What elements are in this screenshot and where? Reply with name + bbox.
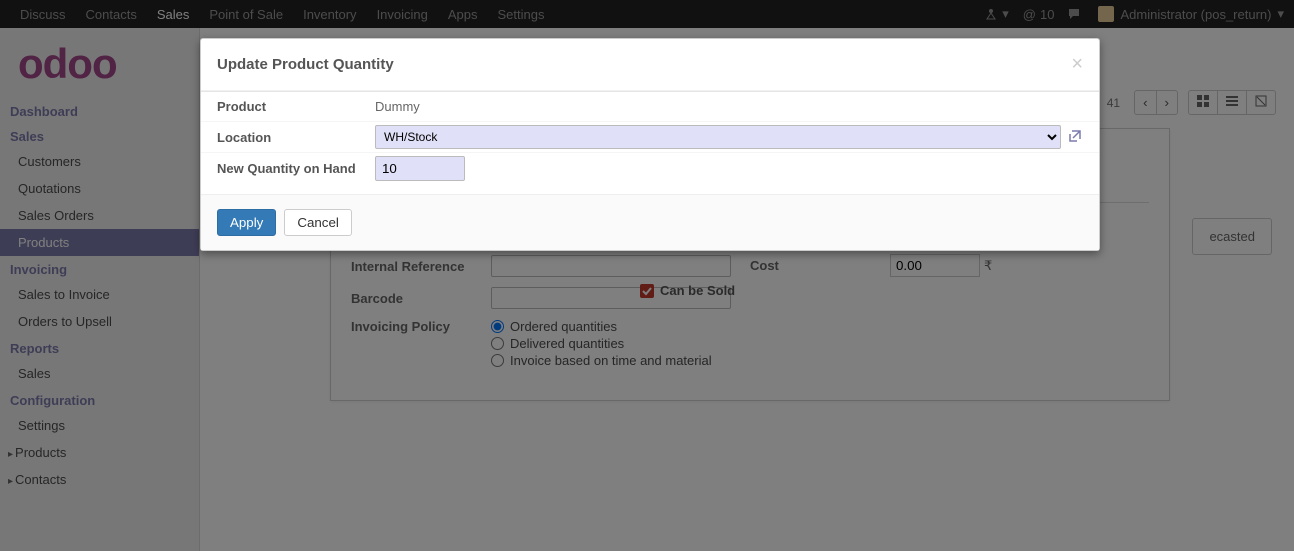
update-quantity-modal: Update Product Quantity × Product Dummy … (200, 38, 1100, 251)
modal-footer: Apply Cancel (201, 194, 1099, 250)
cancel-button[interactable]: Cancel (284, 209, 352, 236)
modal-qty-label: New Quantity on Hand (217, 161, 375, 176)
modal-header: Update Product Quantity × (201, 39, 1099, 91)
modal-qty-input[interactable] (375, 156, 465, 181)
external-link-icon[interactable] (1067, 128, 1083, 147)
modal-title: Update Product Quantity (217, 56, 1071, 73)
modal-location-label: Location (217, 130, 375, 145)
apply-button[interactable]: Apply (217, 209, 276, 236)
modal-product-label: Product (217, 99, 375, 114)
modal-location-select[interactable]: WH/Stock (375, 125, 1061, 149)
modal-close-button[interactable]: × (1071, 53, 1083, 76)
modal-product-value: Dummy (375, 99, 420, 114)
